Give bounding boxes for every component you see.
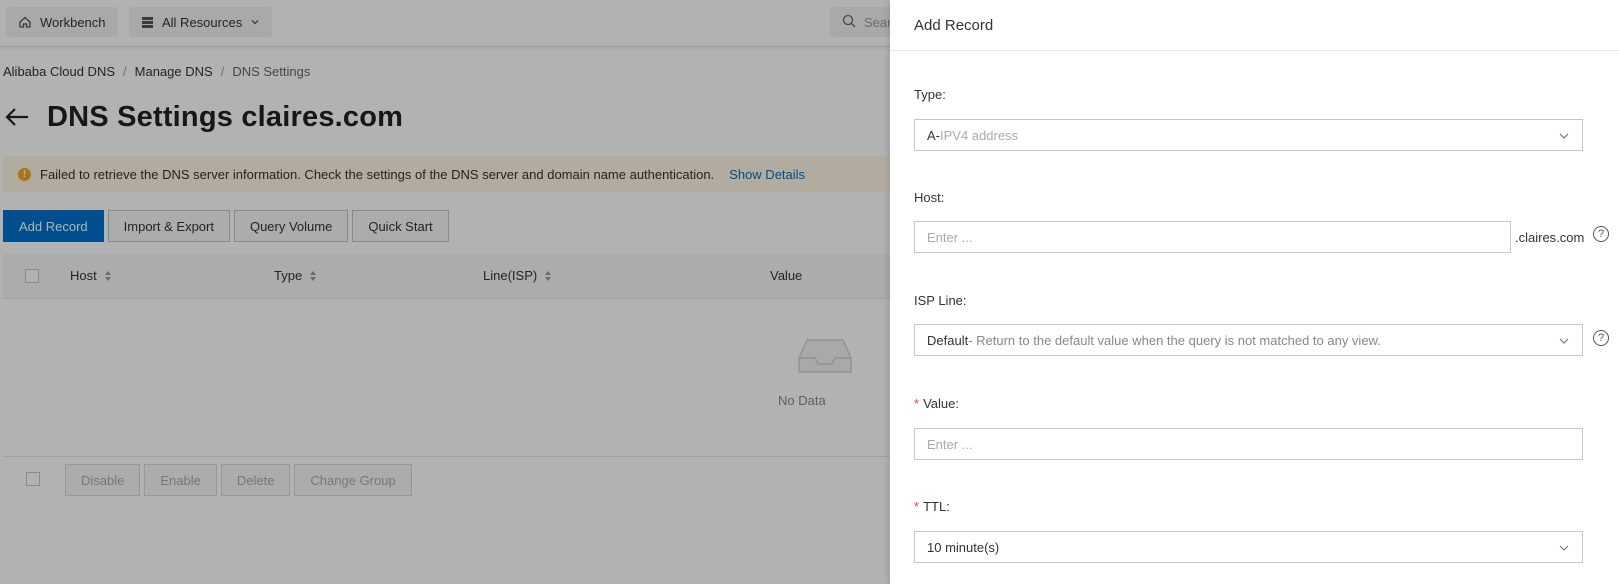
label-colon: : xyxy=(940,190,945,205)
required-marker: * xyxy=(914,499,920,514)
isp-line-help-icon[interactable]: ? xyxy=(1593,330,1609,346)
host-input-placeholder: Enter ... xyxy=(927,229,973,245)
host-label-text: Host xyxy=(914,190,941,205)
label-colon: : xyxy=(942,87,946,102)
isp-line-value-desc: - Return to the default value when the q… xyxy=(968,332,1381,348)
chevron-down-icon xyxy=(1558,335,1570,350)
add-record-drawer: Add Record Type: A- IPV4 address Host: E… xyxy=(890,0,1619,584)
host-domain-suffix: .claires.com xyxy=(1515,230,1585,245)
drawer-header: Add Record xyxy=(890,0,1619,51)
type-label-text: Type xyxy=(914,87,943,102)
isp-line-select[interactable]: Default - Return to the default value wh… xyxy=(914,324,1583,356)
ttl-select[interactable]: 10 minute(s) xyxy=(914,531,1583,563)
ttl-select-value: 10 minute(s) xyxy=(927,539,1000,555)
ttl-label: * TTL: xyxy=(914,499,950,514)
value-label: * Value: xyxy=(914,396,959,411)
label-colon: : xyxy=(946,499,950,514)
value-label-text: Value xyxy=(923,396,956,411)
type-label: Type: xyxy=(914,87,946,102)
ttl-label-text: TTL xyxy=(923,499,947,514)
isp-line-label-text: ISP Line xyxy=(914,293,963,308)
type-select-value-prefix: A- xyxy=(927,127,940,143)
label-colon: : xyxy=(962,293,967,308)
host-help-icon[interactable]: ? xyxy=(1593,226,1609,242)
isp-line-value-main: Default xyxy=(927,332,969,348)
required-marker: * xyxy=(914,396,920,411)
chevron-down-icon xyxy=(1558,130,1570,145)
type-select[interactable]: A- IPV4 address xyxy=(914,119,1583,151)
label-colon: : xyxy=(955,396,959,411)
isp-line-label: ISP Line: xyxy=(914,293,967,308)
host-input[interactable]: Enter ... xyxy=(914,221,1511,253)
value-input[interactable]: Enter ... xyxy=(914,428,1583,460)
type-select-value-text: IPV4 address xyxy=(940,127,1019,143)
value-input-placeholder: Enter ... xyxy=(927,436,973,452)
drawer-title: Add Record xyxy=(914,16,994,34)
host-label: Host: xyxy=(914,190,944,205)
chevron-down-icon xyxy=(1558,542,1570,557)
